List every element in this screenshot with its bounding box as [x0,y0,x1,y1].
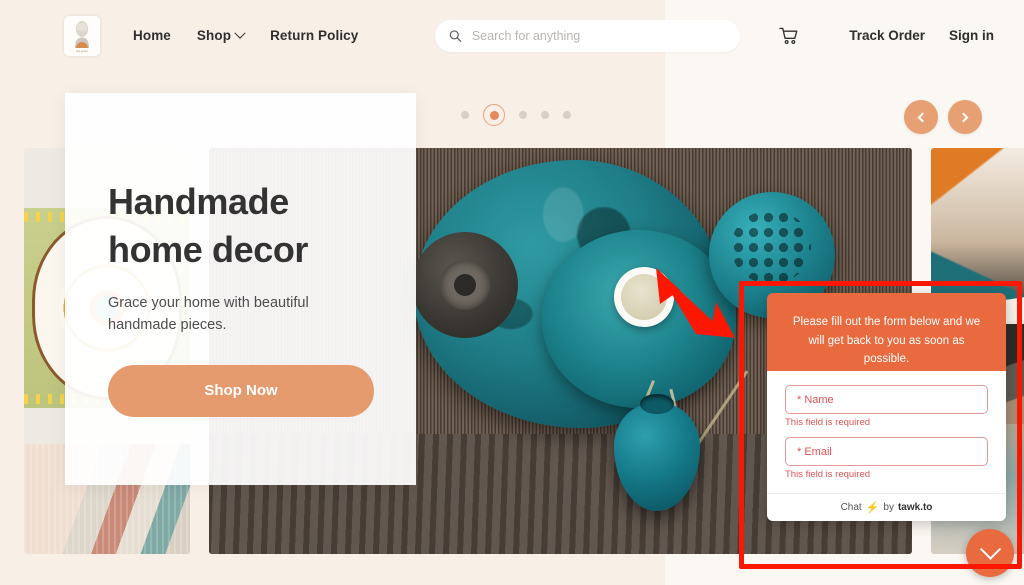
carousel-arrows [904,100,982,134]
hero-title-line-2: home decor [108,228,309,270]
chat-minimize-button[interactable] [966,529,1014,577]
shop-now-button[interactable]: Shop Now [108,364,374,417]
carousel-dot-2-active[interactable] [483,104,505,126]
carousel-dot-5[interactable] [563,111,571,119]
site-header: the artist Home Shop Return Policy Searc… [0,0,1024,71]
primary-nav: Home Shop Return Policy [133,27,358,43]
chat-email-error: This field is required [785,469,871,480]
cart-button[interactable] [779,27,799,45]
search-bar[interactable] [435,20,740,52]
hero-inner: Handmade home decor Grace your home with… [65,93,416,417]
carousel-prev-button[interactable] [904,100,938,134]
carousel-next-button[interactable] [948,100,982,134]
nav-item-return-policy-label: Return Policy [270,28,359,43]
hero-subtitle-line-1: Grace your home with beautiful [108,294,309,311]
chevron-down-icon [234,27,246,39]
brand-logo[interactable]: the artist [64,15,100,56]
nav-item-return-policy[interactable]: Return Policy [270,28,358,43]
chat-form: This field is required This field is req… [767,371,1006,493]
hero-text-card: Handmade home decor Grace your home with… [65,93,416,485]
nav-item-shop[interactable]: Shop [196,27,246,43]
dark-stone-vessel [412,232,518,338]
carousel-dot-3[interactable] [519,111,527,119]
hero-title: Handmade home decor [108,178,416,274]
lightning-bolt-icon: ⚡ [865,502,880,514]
logo-caption: the artist [76,49,88,53]
white-cup [614,267,674,327]
shopping-cart-icon [779,27,798,44]
chat-footer-prefix: Chat [840,502,862,513]
hero-subtitle-line-2: handmade pieces. [108,317,227,334]
sign-in-link[interactable]: Sign in [949,28,994,43]
chevron-left-icon [917,112,928,122]
carousel-dot-1[interactable] [461,111,469,119]
track-order-link[interactable]: Track Order [849,28,925,43]
nav-item-home[interactable]: Home [133,28,171,43]
carousel-pagination [461,104,571,126]
search-icon [449,30,462,42]
chat-name-error: This field is required [785,417,871,428]
carousel-dot-4[interactable] [541,111,549,119]
chat-footer-by: by [883,502,894,513]
carousel-dot-2-inner [489,110,499,120]
hero-title-line-1: Handmade [108,181,289,222]
chevron-down-icon [979,538,1001,560]
chat-email-input[interactable] [785,437,988,466]
hero-subtitle: Grace your home with beautiful handmade … [108,292,338,337]
nav-item-shop-label: Shop [196,28,232,43]
logo-figure-icon [75,20,89,48]
chat-name-input[interactable] [785,385,988,414]
nav-item-home-label: Home [133,28,171,43]
search-input[interactable] [471,29,726,43]
page-root: the artist Home Shop Return Policy Searc… [0,0,1024,585]
tawkto-chat-widget: Please fill out the form below and we wi… [767,293,1006,521]
chat-footer-brand: tawk.to [897,502,933,513]
header-actions: Track Order Sign in [779,0,1024,71]
chevron-right-icon [958,112,969,122]
chat-footer-branding[interactable]: Chat ⚡ by tawk.to [767,493,1006,521]
